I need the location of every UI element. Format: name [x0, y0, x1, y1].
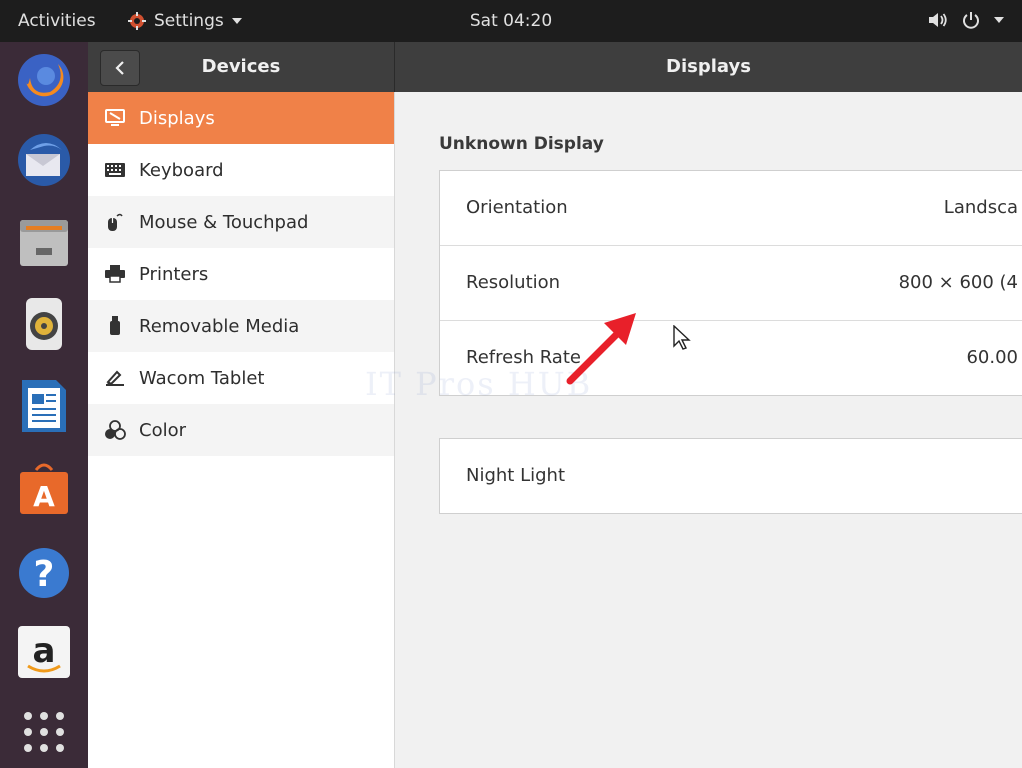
- system-tray[interactable]: [928, 11, 1004, 29]
- watermark: IT Pros HUB: [365, 365, 593, 403]
- orientation-row[interactable]: Orientation Landsca: [440, 171, 1022, 246]
- amazon-icon: a: [18, 626, 70, 678]
- firefox-launcher[interactable]: [16, 52, 72, 108]
- software-icon: A: [20, 463, 68, 514]
- sidebar-item-label: Color: [139, 419, 186, 441]
- sidebar: Displays Keyboard Mouse & Touchpad Print…: [88, 92, 395, 768]
- svg-text:a: a: [33, 631, 56, 671]
- files-icon: [20, 220, 68, 266]
- resolution-value: 800 × 600 (4: [898, 272, 1018, 293]
- orientation-value: Landsca: [943, 197, 1018, 218]
- orientation-label: Orientation: [466, 197, 568, 218]
- software-launcher[interactable]: A: [16, 460, 72, 516]
- firefox-icon: [18, 54, 70, 106]
- clock[interactable]: Sat 04:20: [0, 11, 1022, 31]
- power-icon: [963, 12, 979, 29]
- keyboard-icon: [104, 159, 126, 181]
- display-settings-panel: Orientation Landsca Resolution 800 × 600…: [439, 170, 1022, 396]
- thunderbird-launcher[interactable]: [16, 132, 72, 188]
- sidebar-item-keyboard[interactable]: Keyboard: [88, 144, 394, 196]
- svg-text:A: A: [33, 480, 55, 513]
- sidebar-item-label: Mouse & Touchpad: [139, 211, 309, 233]
- resolution-row[interactable]: Resolution 800 × 600 (4: [440, 246, 1022, 321]
- usb-drive-icon: [104, 315, 126, 337]
- rhythmbox-icon: [26, 298, 62, 350]
- svg-text:?: ?: [34, 554, 55, 595]
- amazon-launcher[interactable]: a: [16, 624, 72, 680]
- panel-title: Devices: [201, 56, 281, 77]
- thunderbird-icon: [18, 134, 70, 186]
- writer-icon: [22, 380, 66, 432]
- files-launcher[interactable]: [16, 214, 72, 270]
- page-title: Displays: [666, 56, 751, 77]
- sidebar-item-label: Removable Media: [139, 315, 300, 337]
- show-applications-button[interactable]: [16, 704, 72, 760]
- annotation-arrow-icon: [566, 313, 636, 385]
- display-icon: [104, 107, 126, 129]
- sidebar-item-label: Displays: [139, 107, 215, 129]
- help-icon: ?: [19, 548, 69, 598]
- resolution-label: Resolution: [466, 272, 561, 293]
- volume-icon: [929, 13, 947, 27]
- top-bar: Activities Settings Sat 04:20: [0, 0, 1022, 42]
- sidebar-item-mouse-touchpad[interactable]: Mouse & Touchpad: [88, 196, 394, 248]
- color-circles-icon: [104, 419, 126, 441]
- sidebar-item-printers[interactable]: Printers: [88, 248, 394, 300]
- sidebar-item-removable-media[interactable]: Removable Media: [88, 300, 394, 352]
- night-light-panel: Night Light: [439, 438, 1022, 514]
- help-launcher[interactable]: ?: [16, 545, 72, 601]
- sidebar-item-wacom-tablet[interactable]: Wacom Tablet: [88, 352, 394, 404]
- night-light-label: Night Light: [466, 465, 565, 486]
- header-bar: Devices Displays: [88, 42, 1022, 92]
- rhythmbox-launcher[interactable]: [16, 296, 72, 352]
- refresh-rate-value: 60.00: [966, 347, 1018, 368]
- sidebar-item-displays[interactable]: Displays: [88, 92, 394, 144]
- tablet-pen-icon: [104, 367, 126, 389]
- sidebar-item-label: Printers: [139, 263, 209, 285]
- printer-icon: [104, 263, 126, 285]
- mouse-icon: [104, 211, 126, 233]
- writer-launcher[interactable]: [16, 378, 72, 434]
- sidebar-item-color[interactable]: Color: [88, 404, 394, 456]
- dock: A ? a: [0, 42, 88, 768]
- display-name-heading: Unknown Display: [439, 134, 604, 154]
- mouse-cursor-icon: [673, 325, 691, 350]
- sidebar-item-label: Keyboard: [139, 159, 224, 181]
- show-apps-icon: [24, 712, 64, 752]
- night-light-row[interactable]: Night Light: [440, 439, 1022, 513]
- sidebar-item-label: Wacom Tablet: [139, 367, 265, 389]
- chevron-down-icon: [994, 17, 1004, 23]
- main-content: Unknown Display Orientation Landsca Reso…: [395, 92, 1022, 768]
